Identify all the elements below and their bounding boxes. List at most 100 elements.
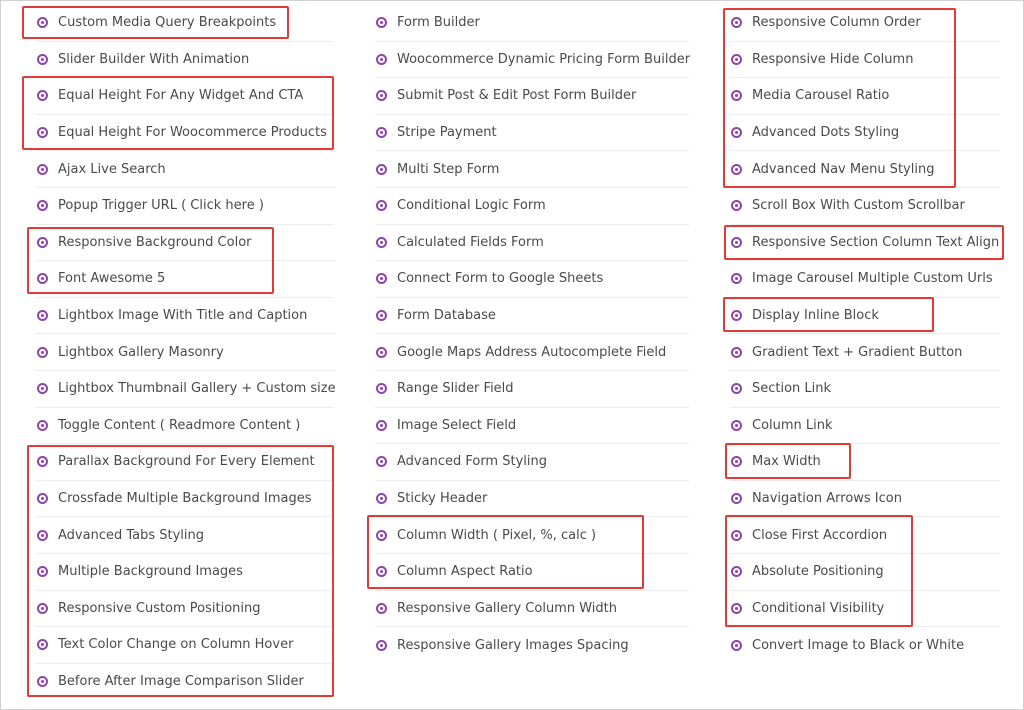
feature-list-item[interactable]: Advanced Dots Styling — [730, 115, 1000, 152]
feature-label: Close First Accordion — [752, 527, 888, 543]
feature-label: Multiple Background Images — [58, 564, 243, 580]
feature-label: Lightbox Gallery Masonry — [58, 344, 224, 360]
feature-list-item[interactable]: Responsive Column Order — [730, 5, 1000, 42]
bullet-circle-icon — [731, 236, 742, 248]
feature-list-item[interactable]: Equal Height For Any Widget And CTA — [36, 78, 334, 115]
feature-list-item[interactable]: Stripe Payment — [375, 115, 689, 152]
bullet-circle-icon — [37, 90, 48, 102]
feature-list-item[interactable]: Crossfade Multiple Background Images — [36, 481, 334, 518]
feature-list-item[interactable]: Image Select Field — [375, 408, 689, 445]
bullet-circle-icon — [37, 200, 48, 212]
bullet-circle-icon — [37, 529, 48, 541]
feature-list-item[interactable]: Sticky Header — [375, 481, 689, 518]
bullet-circle-icon — [37, 346, 48, 358]
feature-label: Responsive Gallery Images Spacing — [397, 637, 629, 653]
feature-label: Submit Post & Edit Post Form Builder — [397, 88, 637, 104]
feature-list-item[interactable]: Scroll Box With Custom Scrollbar — [730, 188, 1000, 225]
bullet-circle-icon — [37, 273, 48, 285]
feature-list-item[interactable]: Woocommerce Dynamic Pricing Form Builder — [375, 42, 690, 79]
feature-list-item[interactable]: Lightbox Thumbnail Gallery + Custom size — [36, 371, 336, 408]
feature-list-item[interactable]: Form Builder — [375, 5, 689, 42]
feature-list-item[interactable]: Lightbox Image With Title and Caption — [36, 298, 334, 335]
feature-list-item[interactable]: Google Maps Address Autocomplete Field — [375, 334, 689, 371]
bullet-circle-icon — [37, 310, 48, 322]
feature-label: Conditional Visibility — [752, 600, 885, 616]
feature-label: Sticky Header — [397, 491, 488, 507]
feature-label: Image Select Field — [397, 417, 517, 433]
bullet-circle-icon — [37, 493, 48, 505]
feature-list-item[interactable]: Column Link — [730, 408, 1000, 445]
feature-list-item[interactable]: Equal Height For Woocommerce Products — [36, 115, 334, 152]
feature-list-item[interactable]: Lightbox Gallery Masonry — [36, 334, 334, 371]
bullet-circle-icon — [37, 53, 48, 65]
feature-list-item[interactable]: Close First Accordion — [730, 517, 1000, 554]
bullet-circle-icon — [376, 273, 387, 285]
feature-list-item[interactable]: Popup Trigger URL ( Click here ) — [36, 188, 334, 225]
feature-label: Scroll Box With Custom Scrollbar — [752, 198, 965, 214]
feature-list-item[interactable]: Max Width — [730, 444, 1000, 481]
feature-list-item[interactable]: Toggle Content ( Readmore Content ) — [36, 408, 334, 445]
feature-list-item[interactable]: Advanced Nav Menu Styling — [730, 151, 1000, 188]
feature-label: Section Link — [752, 381, 832, 397]
feature-label: Media Carousel Ratio — [752, 88, 890, 104]
feature-list-item[interactable]: Multi Step Form — [375, 151, 689, 188]
feature-list-item[interactable]: Slider Builder With Animation — [36, 42, 334, 79]
feature-label: Absolute Positioning — [752, 564, 884, 580]
bullet-circle-icon — [376, 346, 387, 358]
feature-label: Advanced Tabs Styling — [58, 527, 205, 543]
feature-list-item[interactable]: Responsive Gallery Images Spacing — [375, 627, 689, 664]
feature-list-item[interactable]: Absolute Positioning — [730, 554, 1000, 591]
bullet-circle-icon — [731, 17, 742, 29]
feature-list-item[interactable]: Responsive Custom Positioning — [36, 591, 334, 628]
feature-list-item[interactable]: Custom Media Query Breakpoints — [36, 5, 334, 42]
feature-label: Image Carousel Multiple Custom Urls — [752, 271, 993, 287]
bullet-circle-icon — [731, 90, 742, 102]
feature-list-item[interactable]: Calculated Fields Form — [375, 225, 689, 262]
feature-list-item[interactable]: Column Width ( Pixel, %, calc ) — [375, 517, 689, 554]
feature-list-item[interactable]: Before After Image Comparison Slider — [36, 664, 334, 701]
feature-list-item[interactable]: Convert Image to Black or White — [730, 627, 1000, 664]
feature-label: Before After Image Comparison Slider — [58, 674, 304, 690]
feature-list-item[interactable]: Column Aspect Ratio — [375, 554, 689, 591]
feature-list-item[interactable]: Navigation Arrows Icon — [730, 481, 1000, 518]
bullet-circle-icon — [376, 383, 387, 395]
feature-label: Lightbox Image With Title and Caption — [58, 308, 308, 324]
feature-list-item[interactable]: Font Awesome 5 — [36, 261, 334, 298]
feature-list-item[interactable]: Display Inline Block — [730, 298, 1000, 335]
feature-list-item[interactable]: Text Color Change on Column Hover — [36, 627, 334, 664]
feature-list-item[interactable]: Responsive Section Column Text Align — [730, 225, 1000, 262]
feature-column-2: Form Builder Woocommerce Dynamic Pricing … — [375, 5, 690, 664]
feature-list-item[interactable]: Conditional Visibility — [730, 591, 1000, 628]
feature-label: Calculated Fields Form — [397, 234, 544, 250]
feature-label: Convert Image to Black or White — [752, 637, 965, 653]
feature-list-item[interactable]: Responsive Background Color — [36, 225, 334, 262]
bullet-circle-icon — [731, 383, 742, 395]
feature-list-item[interactable]: Section Link — [730, 371, 1000, 408]
feature-label: Advanced Nav Menu Styling — [752, 161, 935, 177]
feature-list-item[interactable]: Gradient Text + Gradient Button — [730, 334, 1000, 371]
bullet-circle-icon — [37, 676, 48, 688]
feature-list-item[interactable]: Range Slider Field — [375, 371, 689, 408]
feature-label: Ajax Live Search — [58, 161, 166, 177]
feature-label: Max Width — [752, 454, 821, 470]
feature-list-item[interactable]: Advanced Form Styling — [375, 444, 689, 481]
bullet-circle-icon — [376, 310, 387, 322]
bullet-circle-icon — [376, 200, 387, 212]
feature-list-item[interactable]: Multiple Background Images — [36, 554, 334, 591]
feature-list-item[interactable]: Parallax Background For Every Element — [36, 444, 334, 481]
feature-label: Custom Media Query Breakpoints — [58, 15, 277, 31]
feature-list-item[interactable]: Ajax Live Search — [36, 151, 334, 188]
feature-label: Font Awesome 5 — [58, 271, 166, 287]
feature-list-item[interactable]: Media Carousel Ratio — [730, 78, 1000, 115]
bullet-circle-icon — [731, 163, 742, 175]
feature-list-item[interactable]: Image Carousel Multiple Custom Urls — [730, 261, 1000, 298]
feature-list-item[interactable]: Connect Form to Google Sheets — [375, 261, 689, 298]
feature-list-item[interactable]: Responsive Hide Column — [730, 42, 1000, 79]
feature-label: Crossfade Multiple Background Images — [58, 491, 312, 507]
feature-list-item[interactable]: Conditional Logic Form — [375, 188, 689, 225]
feature-list-item[interactable]: Advanced Tabs Styling — [36, 517, 334, 554]
feature-list-item[interactable]: Responsive Gallery Column Width — [375, 591, 689, 628]
feature-list-item[interactable]: Submit Post & Edit Post Form Builder — [375, 78, 689, 115]
feature-list-item[interactable]: Form Database — [375, 298, 689, 335]
bullet-circle-icon — [37, 639, 48, 651]
